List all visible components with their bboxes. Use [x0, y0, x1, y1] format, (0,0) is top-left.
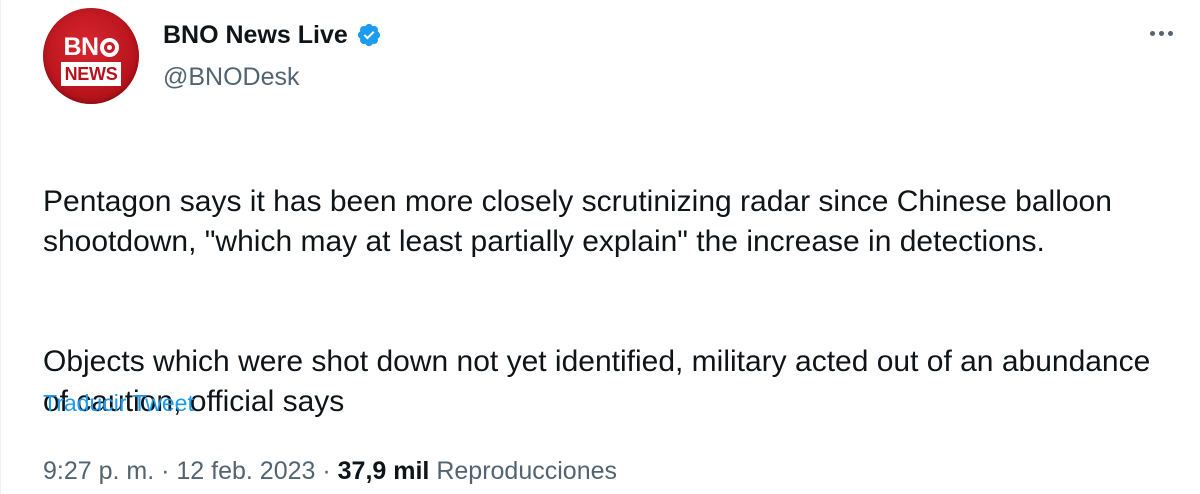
more-options-button[interactable] [1141, 18, 1181, 48]
tweet-card: BN NEWS BNO News Live @BNODesk Pentagon … [0, 0, 1200, 494]
author-name-text: BNO News Live [163, 21, 348, 49]
views-label: Reproducciones [436, 457, 618, 485]
more-options-icon-dot [1158, 30, 1164, 36]
avatar-logo-bottom: NEWS [61, 62, 121, 86]
author-handle[interactable]: @BNODesk [163, 62, 300, 92]
avatar[interactable]: BN NEWS [43, 8, 139, 104]
translate-tweet-link[interactable]: Traducir Tweet [43, 389, 194, 417]
views-count: 37,9 mil [337, 457, 430, 485]
tweet-meta: 9:27 p. m. · 12 feb. 2023 · 37,9 mil Rep… [43, 456, 617, 486]
meta-separator: · [322, 457, 331, 485]
tweet-paragraph: Pentagon says it has been more closely s… [43, 185, 1112, 258]
meta-separator: · [161, 457, 170, 485]
author-display-name[interactable]: BNO News Live [163, 20, 382, 50]
tweet-date[interactable]: 12 feb. 2023 [176, 457, 315, 485]
avatar-logo-top: BN [43, 34, 139, 60]
logo-ring-icon [99, 38, 119, 57]
verified-badge-icon [357, 23, 380, 47]
tweet-paragraph: Objects which were shot down not yet ide… [43, 345, 1151, 418]
more-options-icon-dot [1167, 30, 1173, 36]
more-options-icon [1149, 30, 1155, 36]
tweet-time[interactable]: 9:27 p. m. [43, 457, 154, 485]
tweet-text: Pentagon says it has been more closely s… [43, 142, 1153, 462]
